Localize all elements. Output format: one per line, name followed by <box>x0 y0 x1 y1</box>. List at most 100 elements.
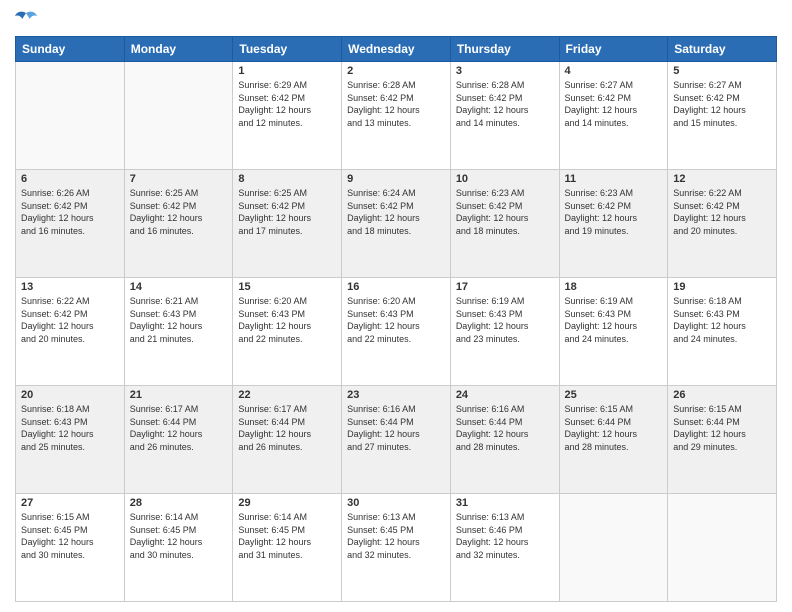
day-info: Sunrise: 6:27 AM Sunset: 6:42 PM Dayligh… <box>673 79 771 129</box>
day-number: 19 <box>673 281 771 293</box>
calendar-cell: 26 Sunrise: 6:15 AM Sunset: 6:44 PM Dayli… <box>668 386 777 494</box>
day-number: 26 <box>673 389 771 401</box>
day-number: 7 <box>130 173 228 185</box>
weekday-header-tuesday: Tuesday <box>233 37 342 62</box>
day-number: 5 <box>673 65 771 77</box>
calendar-week-row: 13Sunrise: 6:22 AM Sunset: 6:42 PM Dayli… <box>16 278 777 386</box>
calendar-cell: 12Sunrise: 6:22 AM Sunset: 6:42 PM Dayli… <box>668 170 777 278</box>
day-info: Sunrise: 6:25 AM Sunset: 6:42 PM Dayligh… <box>130 187 228 237</box>
day-number: 2 <box>347 65 445 77</box>
calendar-cell: 8 Sunrise: 6:25 AM Sunset: 6:42 PM Daylig… <box>233 170 342 278</box>
calendar-cell: 22 Sunrise: 6:17 AM Sunset: 6:44 PM Dayli… <box>233 386 342 494</box>
page: SundayMondayTuesdayWednesdayThursdayFrid… <box>0 0 792 612</box>
day-info: Sunrise: 6:16 AM Sunset: 6:44 PM Dayligh… <box>456 403 554 453</box>
day-info: Sunrise: 6:15 AM Sunset: 6:45 PM Dayligh… <box>21 511 119 561</box>
calendar-cell: 9 Sunrise: 6:24 AM Sunset: 6:42 PM Daylig… <box>342 170 451 278</box>
day-info: Sunrise: 6:24 AM Sunset: 6:42 PM Dayligh… <box>347 187 445 237</box>
weekday-header-sunday: Sunday <box>16 37 125 62</box>
calendar-cell: 30 Sunrise: 6:13 AM Sunset: 6:45 PM Dayli… <box>342 494 451 602</box>
day-number: 12 <box>673 173 771 185</box>
day-info: Sunrise: 6:19 AM Sunset: 6:43 PM Dayligh… <box>565 295 663 345</box>
calendar-cell: 23 Sunrise: 6:16 AM Sunset: 6:44 PM Dayli… <box>342 386 451 494</box>
day-info: Sunrise: 6:18 AM Sunset: 6:43 PM Dayligh… <box>21 403 119 453</box>
calendar-cell: 27 Sunrise: 6:15 AM Sunset: 6:45 PM Dayli… <box>16 494 125 602</box>
day-number: 13 <box>21 281 119 293</box>
day-number: 16 <box>347 281 445 293</box>
calendar-table: SundayMondayTuesdayWednesdayThursdayFrid… <box>15 36 777 602</box>
day-info: Sunrise: 6:16 AM Sunset: 6:44 PM Dayligh… <box>347 403 445 453</box>
day-number: 27 <box>21 497 119 509</box>
calendar-cell <box>124 62 233 170</box>
calendar-cell: 11Sunrise: 6:23 AM Sunset: 6:42 PM Dayli… <box>559 170 668 278</box>
day-number: 25 <box>565 389 663 401</box>
calendar-cell: 2 Sunrise: 6:28 AM Sunset: 6:42 PM Daylig… <box>342 62 451 170</box>
day-number: 15 <box>238 281 336 293</box>
calendar-cell: 15Sunrise: 6:20 AM Sunset: 6:43 PM Dayli… <box>233 278 342 386</box>
day-number: 23 <box>347 389 445 401</box>
calendar-cell <box>16 62 125 170</box>
day-number: 3 <box>456 65 554 77</box>
weekday-header-wednesday: Wednesday <box>342 37 451 62</box>
calendar-cell: 24 Sunrise: 6:16 AM Sunset: 6:44 PM Dayli… <box>450 386 559 494</box>
header <box>15 10 777 28</box>
day-info: Sunrise: 6:25 AM Sunset: 6:42 PM Dayligh… <box>238 187 336 237</box>
day-info: Sunrise: 6:17 AM Sunset: 6:44 PM Dayligh… <box>130 403 228 453</box>
calendar-week-row: 1 Sunrise: 6:29 AM Sunset: 6:42 PM Daylig… <box>16 62 777 170</box>
day-number: 29 <box>238 497 336 509</box>
calendar-cell: 4 Sunrise: 6:27 AM Sunset: 6:42 PM Daylig… <box>559 62 668 170</box>
day-info: Sunrise: 6:28 AM Sunset: 6:42 PM Dayligh… <box>347 79 445 129</box>
logo <box>15 10 41 28</box>
calendar-cell <box>668 494 777 602</box>
day-number: 18 <box>565 281 663 293</box>
logo-bird-icon <box>15 10 37 28</box>
day-number: 22 <box>238 389 336 401</box>
day-info: Sunrise: 6:18 AM Sunset: 6:43 PM Dayligh… <box>673 295 771 345</box>
day-number: 1 <box>238 65 336 77</box>
calendar-cell: 1 Sunrise: 6:29 AM Sunset: 6:42 PM Daylig… <box>233 62 342 170</box>
day-number: 9 <box>347 173 445 185</box>
day-number: 14 <box>130 281 228 293</box>
day-info: Sunrise: 6:14 AM Sunset: 6:45 PM Dayligh… <box>130 511 228 561</box>
calendar-cell: 19 Sunrise: 6:18 AM Sunset: 6:43 PM Dayli… <box>668 278 777 386</box>
day-info: Sunrise: 6:27 AM Sunset: 6:42 PM Dayligh… <box>565 79 663 129</box>
calendar-cell: 14 Sunrise: 6:21 AM Sunset: 6:43 PM Dayli… <box>124 278 233 386</box>
calendar-week-row: 6 Sunrise: 6:26 AM Sunset: 6:42 PM Daylig… <box>16 170 777 278</box>
calendar-cell: 7 Sunrise: 6:25 AM Sunset: 6:42 PM Daylig… <box>124 170 233 278</box>
calendar-week-row: 27 Sunrise: 6:15 AM Sunset: 6:45 PM Dayli… <box>16 494 777 602</box>
day-info: Sunrise: 6:15 AM Sunset: 6:44 PM Dayligh… <box>673 403 771 453</box>
weekday-header-thursday: Thursday <box>450 37 559 62</box>
day-number: 24 <box>456 389 554 401</box>
day-number: 31 <box>456 497 554 509</box>
calendar-cell: 29 Sunrise: 6:14 AM Sunset: 6:45 PM Dayli… <box>233 494 342 602</box>
day-info: Sunrise: 6:20 AM Sunset: 6:43 PM Dayligh… <box>347 295 445 345</box>
day-info: Sunrise: 6:21 AM Sunset: 6:43 PM Dayligh… <box>130 295 228 345</box>
day-number: 4 <box>565 65 663 77</box>
day-number: 20 <box>21 389 119 401</box>
calendar-cell: 6 Sunrise: 6:26 AM Sunset: 6:42 PM Daylig… <box>16 170 125 278</box>
day-info: Sunrise: 6:13 AM Sunset: 6:45 PM Dayligh… <box>347 511 445 561</box>
calendar-cell: 5 Sunrise: 6:27 AM Sunset: 6:42 PM Daylig… <box>668 62 777 170</box>
day-info: Sunrise: 6:29 AM Sunset: 6:42 PM Dayligh… <box>238 79 336 129</box>
calendar-cell: 13Sunrise: 6:22 AM Sunset: 6:42 PM Dayli… <box>16 278 125 386</box>
day-number: 6 <box>21 173 119 185</box>
day-number: 21 <box>130 389 228 401</box>
day-info: Sunrise: 6:17 AM Sunset: 6:44 PM Dayligh… <box>238 403 336 453</box>
weekday-header-saturday: Saturday <box>668 37 777 62</box>
calendar-cell: 17 Sunrise: 6:19 AM Sunset: 6:43 PM Dayli… <box>450 278 559 386</box>
day-number: 11 <box>565 173 663 185</box>
day-info: Sunrise: 6:26 AM Sunset: 6:42 PM Dayligh… <box>21 187 119 237</box>
calendar-cell: 20 Sunrise: 6:18 AM Sunset: 6:43 PM Dayli… <box>16 386 125 494</box>
calendar-week-row: 20 Sunrise: 6:18 AM Sunset: 6:43 PM Dayli… <box>16 386 777 494</box>
calendar-cell: 25Sunrise: 6:15 AM Sunset: 6:44 PM Dayli… <box>559 386 668 494</box>
day-info: Sunrise: 6:14 AM Sunset: 6:45 PM Dayligh… <box>238 511 336 561</box>
weekday-header-monday: Monday <box>124 37 233 62</box>
day-number: 28 <box>130 497 228 509</box>
calendar-cell: 3 Sunrise: 6:28 AM Sunset: 6:42 PM Daylig… <box>450 62 559 170</box>
calendar-cell: 31Sunrise: 6:13 AM Sunset: 6:46 PM Dayli… <box>450 494 559 602</box>
day-number: 8 <box>238 173 336 185</box>
day-number: 30 <box>347 497 445 509</box>
calendar-cell: 21 Sunrise: 6:17 AM Sunset: 6:44 PM Dayli… <box>124 386 233 494</box>
day-info: Sunrise: 6:28 AM Sunset: 6:42 PM Dayligh… <box>456 79 554 129</box>
day-info: Sunrise: 6:19 AM Sunset: 6:43 PM Dayligh… <box>456 295 554 345</box>
day-number: 17 <box>456 281 554 293</box>
